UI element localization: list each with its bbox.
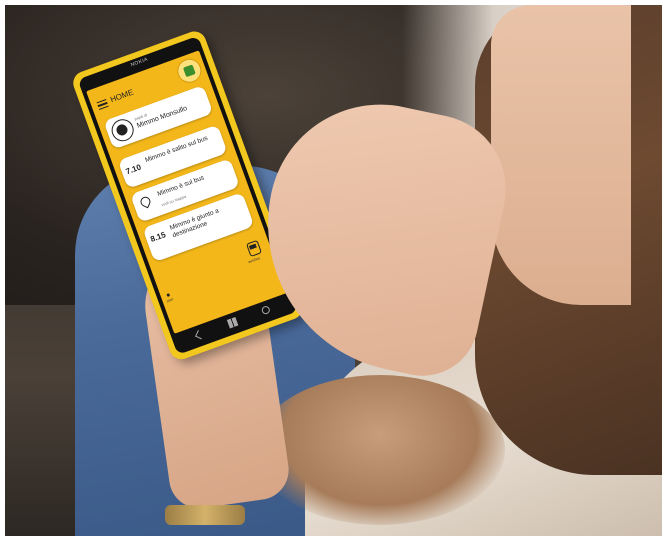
- windows-icon[interactable]: [226, 316, 239, 329]
- header-title: HOME: [109, 87, 135, 105]
- search-icon[interactable]: [260, 304, 271, 316]
- bus-icon[interactable]: [245, 239, 263, 258]
- event-text: Mimmo è salito sul bus: [144, 134, 209, 165]
- start-dot-icon: [166, 293, 171, 297]
- avatar-icon: [114, 122, 130, 137]
- app-logo-icon: [173, 55, 205, 87]
- event-time: 7.10: [124, 162, 143, 177]
- bracelet: [165, 505, 245, 525]
- woman-face: [491, 5, 631, 305]
- event-time: 8.15: [149, 230, 167, 244]
- map-pin-icon: [138, 195, 153, 209]
- menu-icon[interactable]: [96, 99, 109, 110]
- back-icon[interactable]: [195, 330, 205, 340]
- photo-scene: NOKIA HOME papà di Mimmo Monsullo 7.10 M…: [5, 5, 662, 536]
- start-label: start: [166, 297, 174, 304]
- fur-collar: [255, 375, 505, 525]
- bus-label: autobus: [247, 256, 261, 265]
- avatar: [108, 116, 137, 145]
- logo-mark: [182, 64, 196, 78]
